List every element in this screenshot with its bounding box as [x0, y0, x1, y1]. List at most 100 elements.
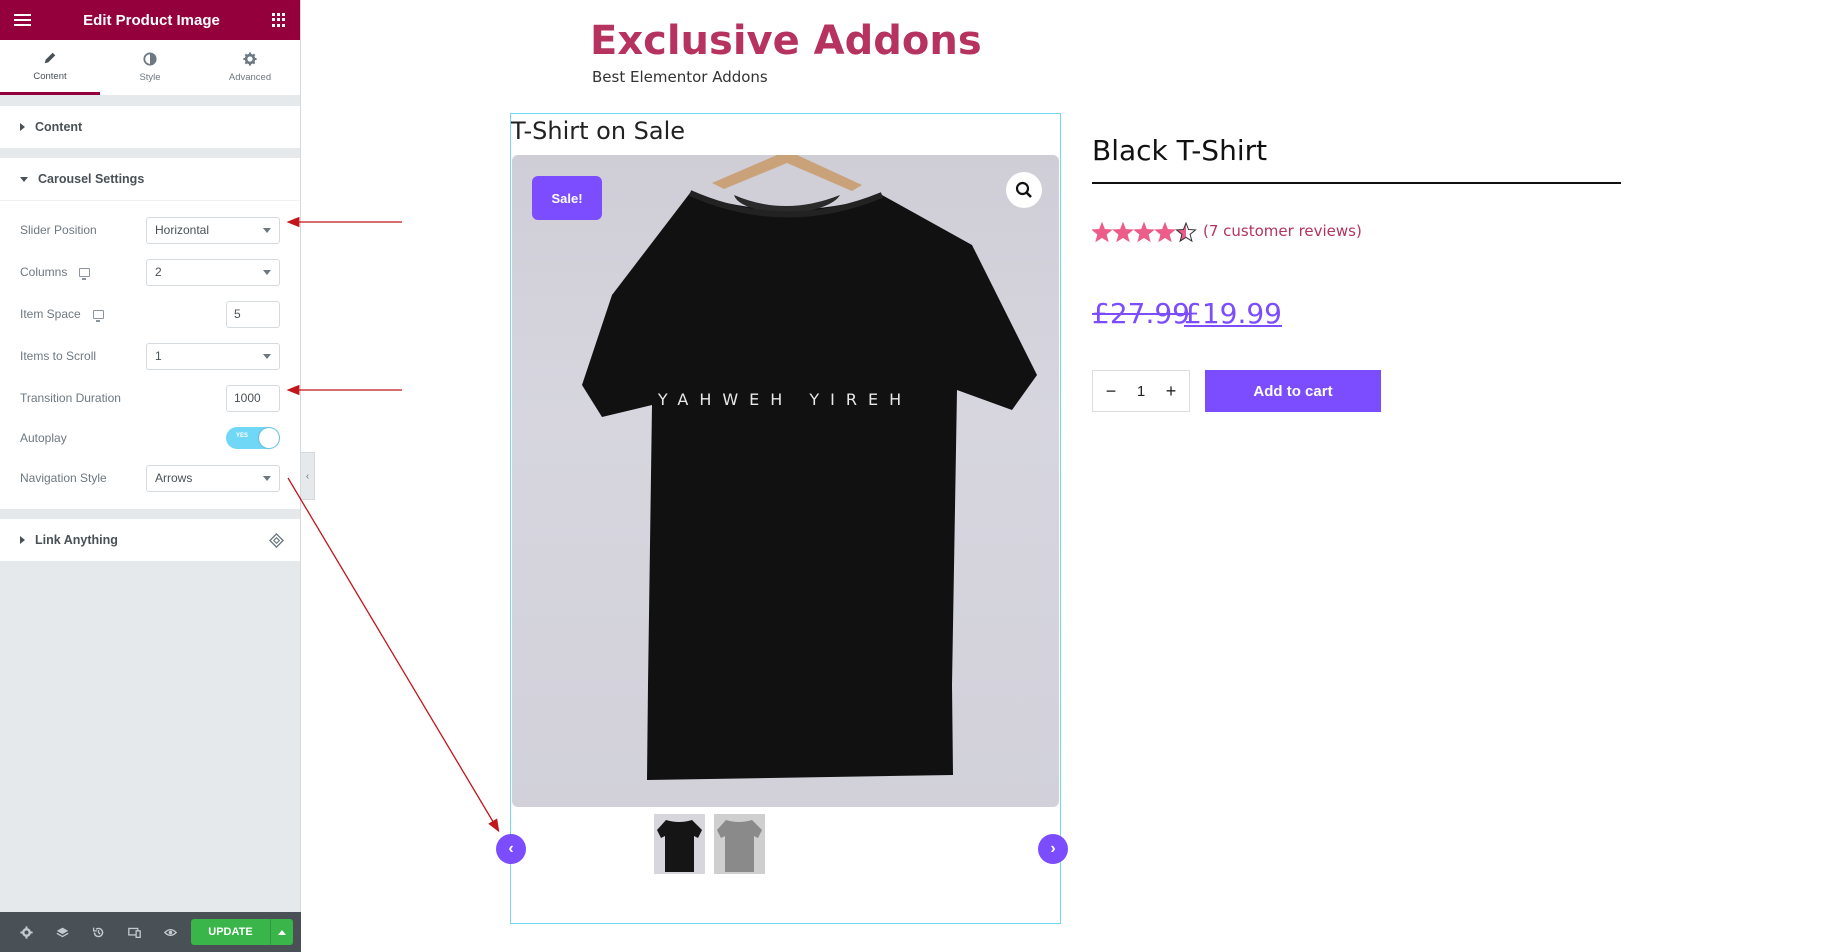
caret-down-icon — [20, 176, 28, 182]
panel-footer: UPDATE — [0, 912, 301, 952]
navigation-style-label: Navigation Style — [20, 471, 107, 485]
customer-reviews-link[interactable]: (7 customer reviews) — [1203, 222, 1362, 240]
update-options-button[interactable] — [269, 919, 293, 945]
product-main-image[interactable]: YAHWEH YIREH — [512, 155, 1059, 807]
widgets-grid-icon[interactable] — [272, 13, 286, 27]
star-rating — [1092, 222, 1198, 244]
tab-advanced[interactable]: Advanced — [200, 40, 300, 95]
section-link-anything[interactable]: Link Anything — [0, 519, 300, 561]
control-navigation-style: Navigation Style Arrows — [20, 457, 280, 499]
control-transition-duration: Transition Duration 1000 — [20, 377, 280, 419]
desktop-icon[interactable] — [79, 267, 91, 280]
panel-title: Edit Product Image — [83, 11, 220, 29]
star-4 — [1154, 222, 1176, 243]
quantity-stepper[interactable]: − 1 + — [1092, 370, 1190, 412]
desktop-icon[interactable] — [92, 309, 104, 322]
dropdown-arrow-icon — [263, 227, 271, 233]
tab-style[interactable]: Style — [100, 40, 200, 95]
shirt-print-text: YAHWEH YIREH — [657, 390, 912, 409]
carousel-prev-button[interactable]: ‹ — [496, 834, 526, 864]
tab-content-label: Content — [33, 70, 67, 82]
history-icon[interactable] — [80, 912, 116, 952]
add-to-cart-button[interactable]: Add to cart — [1205, 370, 1381, 412]
section-content[interactable]: Content — [0, 106, 300, 148]
caret-right-icon — [20, 536, 25, 544]
panel-collapse-handle[interactable]: ‹ — [301, 452, 315, 500]
toggle-knob — [259, 428, 279, 448]
columns-select[interactable]: 2 — [146, 258, 280, 286]
navigation-style-value: Arrows — [155, 471, 193, 485]
search-icon — [1015, 181, 1032, 198]
items-to-scroll-select[interactable]: 1 — [146, 342, 280, 370]
site-title[interactable]: Exclusive Addons — [590, 18, 982, 64]
sale-badge: Sale! — [532, 176, 602, 220]
navigation-style-select[interactable]: Arrows — [146, 464, 280, 492]
menu-icon[interactable] — [14, 14, 31, 26]
widget-heading: T-Shirt on Sale — [511, 117, 686, 145]
autoplay-label: Autoplay — [20, 431, 67, 445]
transition-duration-input[interactable]: 1000 — [226, 384, 280, 412]
settings-icon[interactable] — [8, 912, 44, 952]
slider-position-value: Horizontal — [155, 223, 210, 237]
tab-content[interactable]: Content — [0, 40, 100, 95]
star-2 — [1112, 222, 1134, 243]
update-button[interactable]: UPDATE — [191, 919, 270, 945]
thumbnail-black-shirt[interactable] — [654, 814, 705, 874]
caret-right-icon — [20, 123, 25, 131]
section-carousel-title: Carousel Settings — [38, 172, 145, 186]
star-5 — [1175, 222, 1197, 243]
panel-tabs: Content Style Advanced — [0, 40, 300, 96]
carousel-settings-body: Slider Position Horizontal Columns 2 Ite… — [0, 200, 300, 509]
control-item-space: Item Space 5 — [20, 293, 280, 335]
item-space-label: Item Space — [20, 307, 81, 321]
layers-icon[interactable] — [44, 912, 80, 952]
tshirt-photo: YAHWEH YIREH — [582, 155, 1037, 780]
star-1 — [1092, 222, 1113, 243]
star-3 — [1133, 222, 1155, 243]
items-to-scroll-value: 1 — [155, 349, 162, 363]
editor-panel: Edit Product Image Content Style Advance… — [0, 0, 301, 952]
responsive-icon[interactable] — [116, 912, 152, 952]
item-space-input[interactable]: 5 — [226, 300, 280, 328]
control-columns: Columns 2 — [20, 251, 280, 293]
chevron-up-icon — [277, 929, 286, 935]
tab-style-label: Style — [139, 72, 161, 83]
site-tagline: Best Elementor Addons — [592, 68, 768, 86]
regular-price: £27.99 — [1092, 297, 1190, 330]
transition-duration-label: Transition Duration — [20, 391, 121, 405]
sale-price: £19.99 — [1184, 297, 1282, 330]
dropdown-arrow-icon — [263, 475, 271, 481]
section-link-anything-title: Link Anything — [35, 533, 118, 547]
zoom-button[interactable] — [1006, 172, 1042, 208]
chevron-left-icon: ‹ — [508, 840, 514, 857]
section-carousel-settings[interactable]: Carousel Settings — [0, 158, 300, 200]
plus-icon[interactable]: + — [1163, 381, 1179, 402]
title-divider — [1092, 182, 1621, 184]
annotation-arrow-navigation — [287, 477, 500, 833]
addon-badge-icon — [269, 533, 284, 548]
thumbnail-grey-shirt[interactable] — [714, 814, 765, 874]
minus-icon[interactable]: − — [1103, 381, 1119, 402]
item-space-label-wrap: Item Space — [20, 307, 104, 322]
control-slider-position: Slider Position Horizontal — [20, 209, 280, 251]
eye-icon[interactable] — [152, 912, 188, 952]
chevron-right-icon: › — [1050, 840, 1056, 857]
items-to-scroll-label: Items to Scroll — [20, 349, 97, 363]
columns-value: 2 — [155, 265, 162, 279]
product-title: Black T-Shirt — [1092, 134, 1268, 167]
elementor-editor: Edit Product Image Content Style Advance… — [0, 0, 1843, 952]
dropdown-arrow-icon — [263, 353, 271, 359]
stars-icon — [1092, 222, 1197, 243]
pencil-icon — [44, 52, 56, 63]
columns-label-wrap: Columns — [20, 265, 91, 280]
autoplay-toggle-text: YES — [236, 433, 249, 439]
autoplay-toggle[interactable]: YES — [226, 427, 280, 449]
panel-header: Edit Product Image — [0, 0, 300, 40]
slider-position-select[interactable]: Horizontal — [146, 216, 280, 244]
carousel-next-button[interactable]: › — [1038, 834, 1068, 864]
control-autoplay: Autoplay YES — [20, 419, 280, 457]
quantity-value[interactable]: 1 — [1137, 383, 1145, 400]
gear-icon — [243, 52, 257, 66]
half-circle-icon — [143, 52, 157, 66]
slider-position-label: Slider Position — [20, 223, 97, 237]
